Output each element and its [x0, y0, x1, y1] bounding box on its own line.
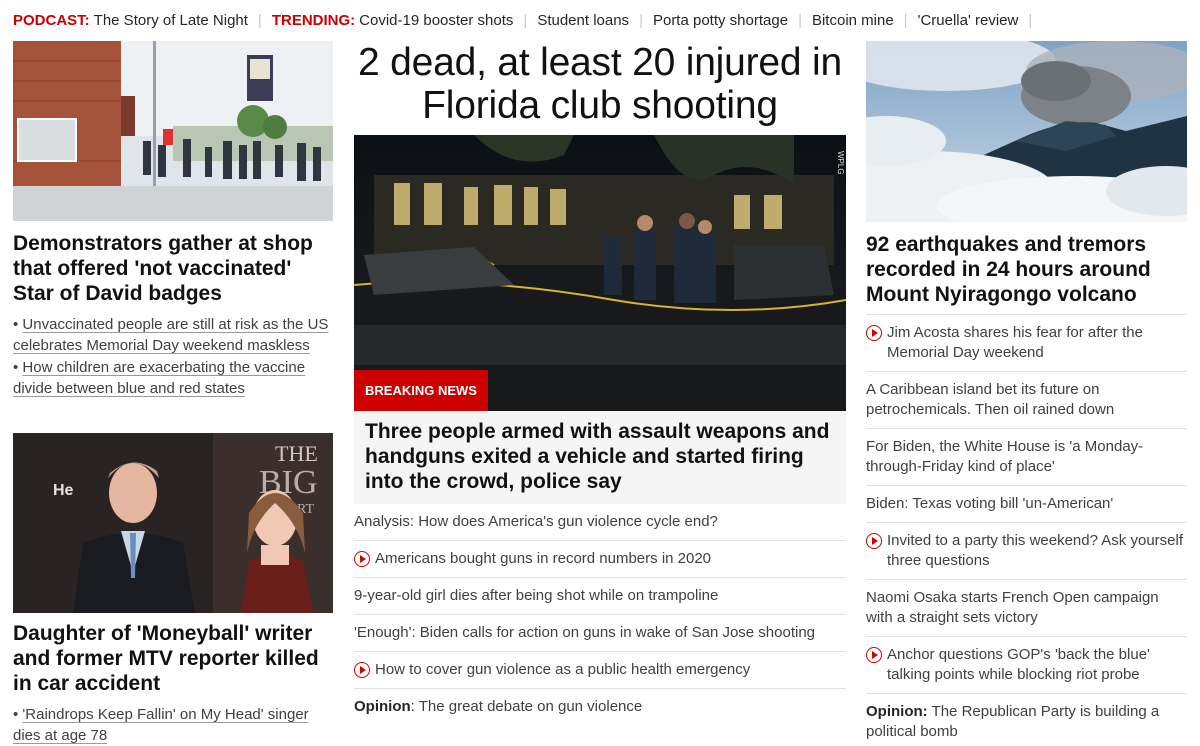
- list-item-text[interactable]: Naomi Osaka starts French Open campaign …: [866, 588, 1187, 628]
- breaking-news-badge: BREAKING NEWS: [354, 370, 488, 411]
- opinion-label: Opinion:: [866, 703, 928, 720]
- divider: |: [1028, 11, 1033, 29]
- list-item-text[interactable]: Anchor questions GOP's 'back the blue' t…: [887, 645, 1187, 685]
- right-column: 92 earthquakes and tremors recorded in 2…: [866, 41, 1187, 746]
- list-item[interactable]: 'Enough': Biden calls for action on guns…: [354, 615, 846, 652]
- shooting-photo[interactable]: WPLG BREAKING NEWS: [354, 135, 846, 411]
- list-item[interactable]: How to cover gun violence as a public he…: [354, 652, 846, 689]
- list-item-text[interactable]: For Biden, the White House is 'a Monday-…: [866, 437, 1187, 477]
- related-link[interactable]: • How children are exacerbating the vacc…: [13, 357, 333, 399]
- trending-label: TRENDING:: [271, 11, 356, 29]
- list-item-text[interactable]: 9-year-old girl dies after being shot wh…: [354, 586, 846, 606]
- list-item[interactable]: Invited to a party this weekend? Ask you…: [866, 523, 1187, 580]
- trending-link[interactable]: Porta potty shortage: [653, 12, 788, 29]
- list-item[interactable]: Opinion: The Republican Party is buildin…: [866, 694, 1187, 746]
- list-item[interactable]: Analysis: How does America's gun violenc…: [354, 504, 846, 541]
- trending-link[interactable]: Bitcoin mine: [812, 12, 894, 29]
- list-item-text[interactable]: A Caribbean island bet its future on pet…: [866, 380, 1187, 420]
- podcast-label: PODCAST:: [13, 11, 90, 29]
- story-headline[interactable]: Demonstrators gather at shop that offere…: [13, 231, 333, 306]
- main-column: 2 dead, at least 20 injured in Florida c…: [354, 41, 846, 725]
- video-play-icon: [354, 551, 370, 567]
- video-play-icon: [354, 662, 370, 678]
- video-play-icon: [866, 533, 882, 549]
- divider: |: [523, 11, 528, 29]
- list-item[interactable]: Anchor questions GOP's 'back the blue' t…: [866, 637, 1187, 694]
- trending-link[interactable]: Student loans: [537, 12, 629, 29]
- related-link-text[interactable]: Unvaccinated people are still at risk as…: [13, 316, 328, 354]
- demonstrators-photo[interactable]: [13, 41, 333, 221]
- list-item-text[interactable]: Analysis: How does America's gun violenc…: [354, 512, 846, 532]
- related-link[interactable]: • 'Raindrops Keep Fallin' on My Head' si…: [13, 704, 333, 746]
- trending-bar: PODCAST: The Story of Late Night | TREND…: [13, 10, 1042, 30]
- backdrop-text: THE: [275, 441, 318, 466]
- left-column: Demonstrators gather at shop that offere…: [13, 41, 333, 746]
- related-stories-list: Analysis: How does America's gun violenc…: [354, 504, 846, 725]
- backdrop-text: He: [53, 482, 74, 499]
- trending-link[interactable]: Covid-19 booster shots: [359, 12, 513, 29]
- main-headline[interactable]: 2 dead, at least 20 injured in Florida c…: [354, 41, 846, 127]
- related-link[interactable]: • Unvaccinated people are still at risk …: [13, 314, 333, 356]
- trending-link[interactable]: 'Cruella' review: [918, 12, 1019, 29]
- opinion-label: Opinion: [354, 698, 411, 715]
- list-item-text[interactable]: Biden: Texas voting bill 'un-American': [866, 494, 1187, 514]
- divider: |: [639, 11, 643, 29]
- moneyball-photo[interactable]: THE BIG SHORT He: [13, 433, 333, 613]
- story-headline[interactable]: Daughter of 'Moneyball' writer and forme…: [13, 621, 333, 696]
- list-item[interactable]: Naomi Osaka starts French Open campaign …: [866, 580, 1187, 637]
- video-play-icon: [866, 325, 882, 341]
- list-item-text[interactable]: Invited to a party this weekend? Ask you…: [887, 531, 1187, 571]
- podcast-link[interactable]: The Story of Late Night: [94, 12, 248, 29]
- lead-story-text[interactable]: Three people armed with assault weapons …: [354, 411, 846, 504]
- watermark: WPLG: [836, 151, 845, 175]
- list-item[interactable]: Opinion: The great debate on gun violenc…: [354, 689, 846, 725]
- list-item[interactable]: Jim Acosta shares his fear for after the…: [866, 315, 1187, 372]
- divider: |: [798, 11, 802, 29]
- list-item[interactable]: 9-year-old girl dies after being shot wh…: [354, 578, 846, 615]
- list-item-text[interactable]: Jim Acosta shares his fear for after the…: [887, 323, 1187, 363]
- related-link-text[interactable]: 'Raindrops Keep Fallin' on My Head' sing…: [13, 706, 309, 744]
- list-item-text[interactable]: 'Enough': Biden calls for action on guns…: [354, 623, 846, 643]
- list-item-text[interactable]: How to cover gun violence as a public he…: [375, 660, 846, 680]
- list-item[interactable]: A Caribbean island bet its future on pet…: [866, 372, 1187, 429]
- list-item-text[interactable]: Americans bought guns in record numbers …: [375, 549, 846, 569]
- related-link-text[interactable]: How children are exacerbating the vaccin…: [13, 359, 305, 397]
- story-headline[interactable]: 92 earthquakes and tremors recorded in 2…: [866, 232, 1187, 307]
- divider: |: [257, 11, 262, 29]
- list-item[interactable]: Biden: Texas voting bill 'un-American': [866, 486, 1187, 523]
- list-item[interactable]: For Biden, the White House is 'a Monday-…: [866, 429, 1187, 486]
- related-stories-list: Jim Acosta shares his fear for after the…: [866, 314, 1187, 746]
- list-item-text[interactable]: : The great debate on gun violence: [411, 698, 643, 715]
- volcano-photo[interactable]: [866, 41, 1187, 222]
- list-item[interactable]: Americans bought guns in record numbers …: [354, 541, 846, 578]
- divider: |: [903, 11, 908, 29]
- video-play-icon: [866, 647, 882, 663]
